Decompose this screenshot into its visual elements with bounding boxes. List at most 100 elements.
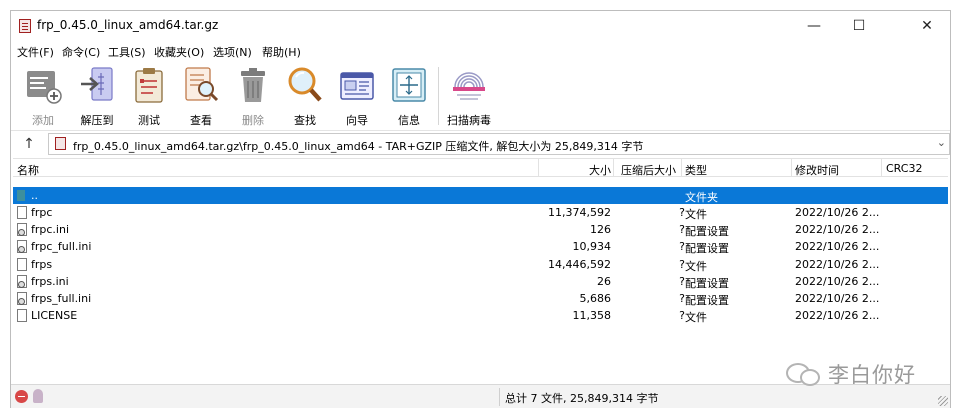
test-icon [135,68,163,103]
file-icon [17,258,27,271]
view-icon [185,67,219,102]
trash-icon [241,68,265,102]
extract-label: 解压到 [80,114,114,127]
up-folder-button[interactable]: ↑ [19,134,39,154]
column-divider[interactable] [613,159,614,177]
table-row[interactable]: frps 14,446,592 ? 文件 2022/10/26 2... [13,256,948,273]
file-size: 5,686 [579,292,612,305]
menu-favorites[interactable]: 收藏夹(O) [154,44,204,60]
find-button[interactable]: 查找 [279,63,331,129]
file-type: 文件夹 [685,191,718,204]
config-file-icon [17,240,27,253]
table-row[interactable]: frpc_full.ini 10,934 ? 配置设置 2022/10/26 2… [13,238,948,255]
info-icon [392,68,426,102]
archive-info-icon[interactable] [15,390,28,403]
maximize-button[interactable]: ☐ [836,11,882,41]
watermark-text: 李白你好 [828,363,916,387]
column-crc[interactable]: CRC32 [886,162,922,175]
table-row-parent[interactable]: .. 文件夹 [13,187,948,204]
add-button[interactable]: 添加 [17,63,69,129]
file-size: 11,358 [572,309,612,322]
table-row[interactable]: frpc.ini 126 ? 配置设置 2022/10/26 2... [13,221,948,238]
column-divider[interactable] [791,159,792,177]
column-divider[interactable] [538,159,539,177]
archive-app-icon [19,19,31,33]
menu-file[interactable]: 文件(F) [17,44,54,60]
file-modified: 2022/10/26 2... [795,309,880,322]
lock-icon[interactable] [33,389,43,403]
file-type: 配置设置 [685,242,729,255]
column-divider[interactable] [881,159,882,177]
wizard-icon [340,72,374,100]
file-list: 名称 ^ 大小 压缩后大小 类型 修改时间 CRC32 .. 文件夹 frpc … [13,158,948,384]
virus-scan-icon [453,72,485,100]
file-icon [17,309,27,322]
resize-grip[interactable] [938,396,948,406]
archive-window: frp_0.45.0_linux_amd64.tar.gz — ☐ ✕ 文件(F… [10,10,951,408]
column-packed[interactable]: 压缩后大小 [621,162,676,178]
close-button[interactable]: ✕ [904,11,950,41]
wizard-button[interactable]: 向导 [331,63,383,129]
file-icon [17,206,27,219]
extract-button[interactable]: 解压到 [71,63,123,129]
file-modified: 2022/10/26 2... [795,223,880,236]
virus-scan-button[interactable]: 扫描病毒 [443,63,495,129]
file-size: 11,374,592 [548,206,611,219]
table-row[interactable]: frps_full.ini 5,686 ? 配置设置 2022/10/26 2.… [13,290,948,307]
file-type: 配置设置 [685,225,729,238]
path-field[interactable]: frp_0.45.0_linux_amd64.tar.gz\frp_0.45.0… [48,133,950,155]
info-label: 信息 [398,114,420,127]
wechat-logo-icon [786,360,822,388]
file-size: 10,934 [572,240,612,253]
column-size[interactable]: 大小 [589,162,611,178]
file-modified: 2022/10/26 2... [795,275,880,288]
file-name: frpc [31,206,53,219]
file-modified: 2022/10/26 2... [795,292,880,305]
wizard-label: 向导 [346,114,368,127]
add-label: 添加 [32,114,54,127]
menu-command[interactable]: 命令(C) [62,44,100,60]
info-button[interactable]: 信息 [383,63,435,129]
file-type: 配置设置 [685,294,729,307]
file-name: frpc.ini [31,223,70,236]
file-name: frps_full.ini [31,292,92,305]
path-dropdown-chevron-icon[interactable]: ⌄ [937,136,946,149]
file-modified: 2022/10/26 2... [795,240,880,253]
menu-bar: 文件(F) 命令(C) 工具(S) 收藏夹(O) 选项(N) 帮助(H) [11,41,950,61]
toolbar: 添加 解压到 测试 查看 删除 查找 向导 信息 扫描病毒 [11,61,950,131]
menu-help[interactable]: 帮助(H) [262,44,301,60]
file-name: frps.ini [31,275,69,288]
status-divider [499,388,500,406]
column-divider[interactable] [681,159,682,177]
file-name: .. [31,189,38,202]
folder-icon [17,190,25,201]
config-file-icon [17,275,27,288]
sort-ascending-icon: ^ [271,158,279,166]
file-name: frpc_full.ini [31,240,92,253]
table-row[interactable]: LICENSE 11,358 ? 文件 2022/10/26 2... [13,307,948,324]
archive-path-icon [55,137,66,150]
file-size: 14,446,592 [548,258,611,271]
menu-options[interactable]: 选项(N) [213,44,252,60]
column-type[interactable]: 类型 [685,162,707,178]
file-size: 26 [597,275,611,288]
window-title: frp_0.45.0_linux_amd64.tar.gz [37,18,219,32]
file-type: 文件 [685,260,707,273]
extract-icon [81,67,113,101]
file-modified: 2022/10/26 2... [795,258,880,271]
find-icon [288,67,322,102]
test-button[interactable]: 测试 [123,63,175,129]
file-type: 文件 [685,208,707,221]
file-name: frps [31,258,53,271]
title-bar: frp_0.45.0_linux_amd64.tar.gz — ☐ ✕ [11,11,950,41]
view-button[interactable]: 查看 [175,63,227,129]
minimize-button[interactable]: — [791,11,837,41]
column-name[interactable]: 名称 [17,162,39,178]
table-row[interactable]: frps.ini 26 ? 配置设置 2022/10/26 2... [13,273,948,290]
column-modified[interactable]: 修改时间 [795,162,839,178]
address-bar: ↑ frp_0.45.0_linux_amd64.tar.gz\frp_0.45… [11,132,950,156]
delete-button[interactable]: 删除 [227,63,279,129]
add-icon [27,71,62,104]
menu-tools[interactable]: 工具(S) [108,44,146,60]
table-row[interactable]: frpc 11,374,592 ? 文件 2022/10/26 2... [13,204,948,221]
